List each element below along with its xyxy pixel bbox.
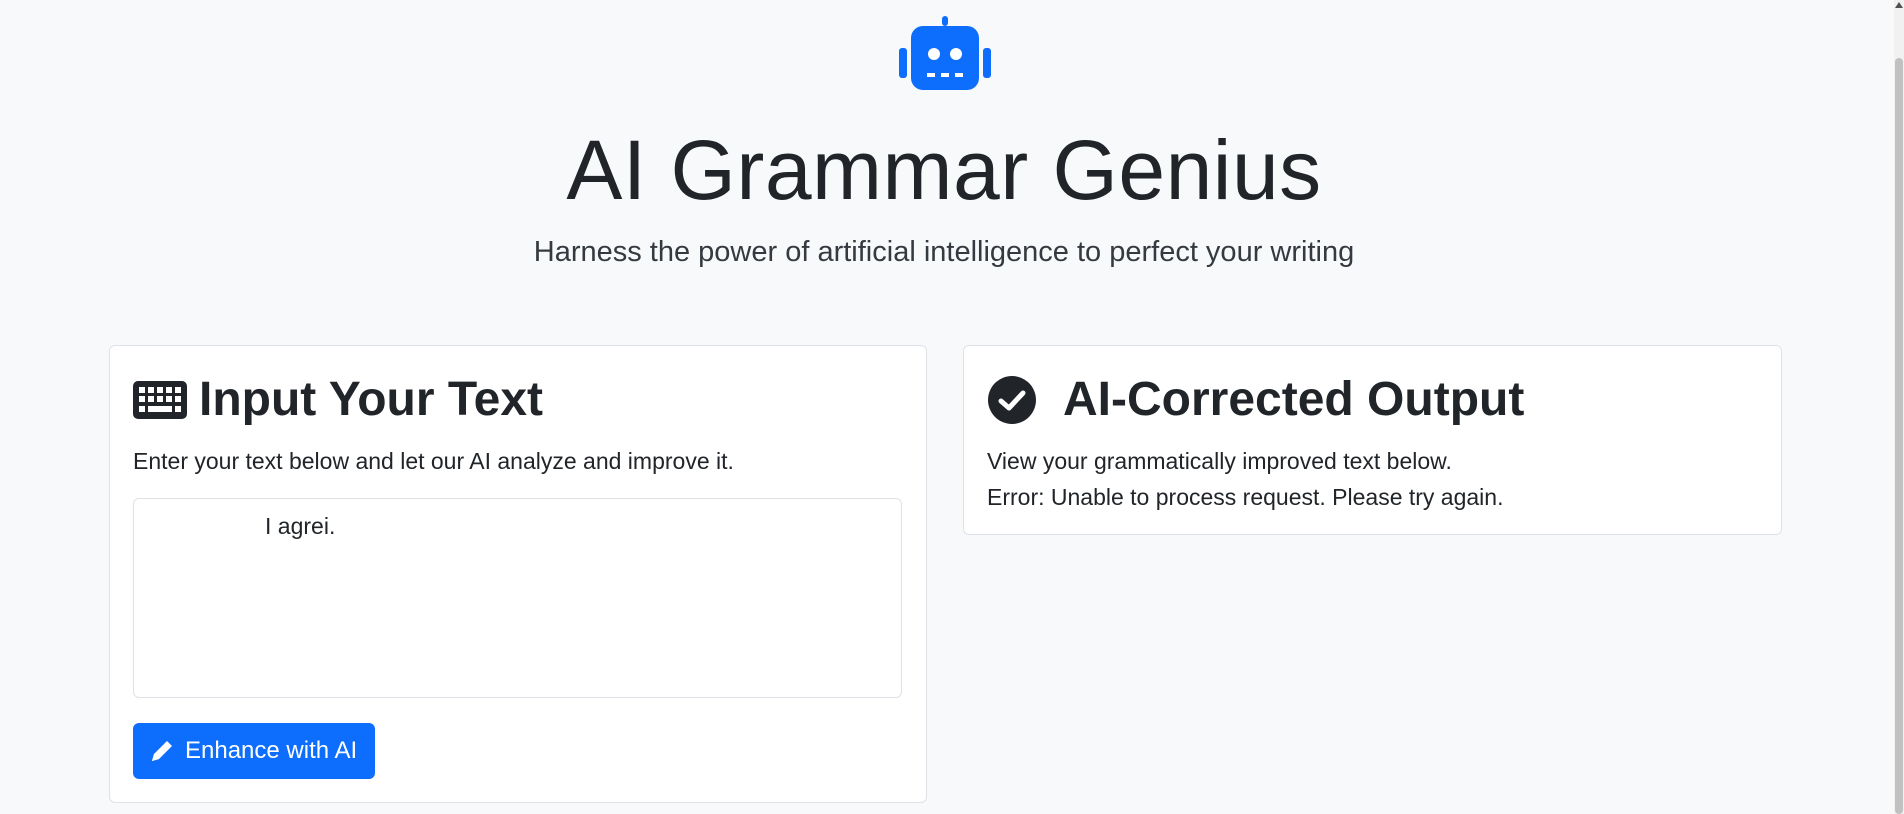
input-card-description: Enter your text below and let our AI ana… bbox=[133, 448, 734, 474]
enhance-button-label: Enhance with AI bbox=[185, 737, 358, 764]
page-scrollbar[interactable] bbox=[1894, 0, 1904, 814]
scroll-up-arrow-icon[interactable] bbox=[1895, 2, 1903, 8]
output-card-title: AI-Corrected Output bbox=[1063, 373, 1525, 426]
page: AI Grammar Genius Harness the power of a… bbox=[0, 0, 1904, 814]
keyboard-icon bbox=[133, 381, 187, 419]
page-title: AI Grammar Genius bbox=[566, 123, 1322, 217]
page-subtitle: Harness the power of artificial intellig… bbox=[533, 236, 1355, 268]
robot-icon bbox=[897, 16, 993, 94]
output-card: AI-Corrected Output View your grammatica… bbox=[963, 345, 1782, 535]
input-card-title: Input Your Text bbox=[199, 373, 543, 426]
check-circle-icon bbox=[987, 375, 1037, 425]
output-error-message: Error: Unable to process request. Please… bbox=[987, 484, 1504, 510]
enhance-button[interactable]: Enhance with AI bbox=[133, 723, 376, 779]
output-card-heading: AI-Corrected Output bbox=[987, 372, 1524, 428]
pencil-icon bbox=[149, 738, 175, 764]
scroll-thumb[interactable] bbox=[1895, 58, 1903, 814]
input-card-heading: Input Your Text bbox=[133, 372, 543, 428]
text-input[interactable]: I agrei. bbox=[133, 498, 902, 698]
output-card-description: View your grammatically improved text be… bbox=[987, 448, 1452, 474]
input-card: Input Your Text Enter your text below an… bbox=[109, 345, 927, 803]
